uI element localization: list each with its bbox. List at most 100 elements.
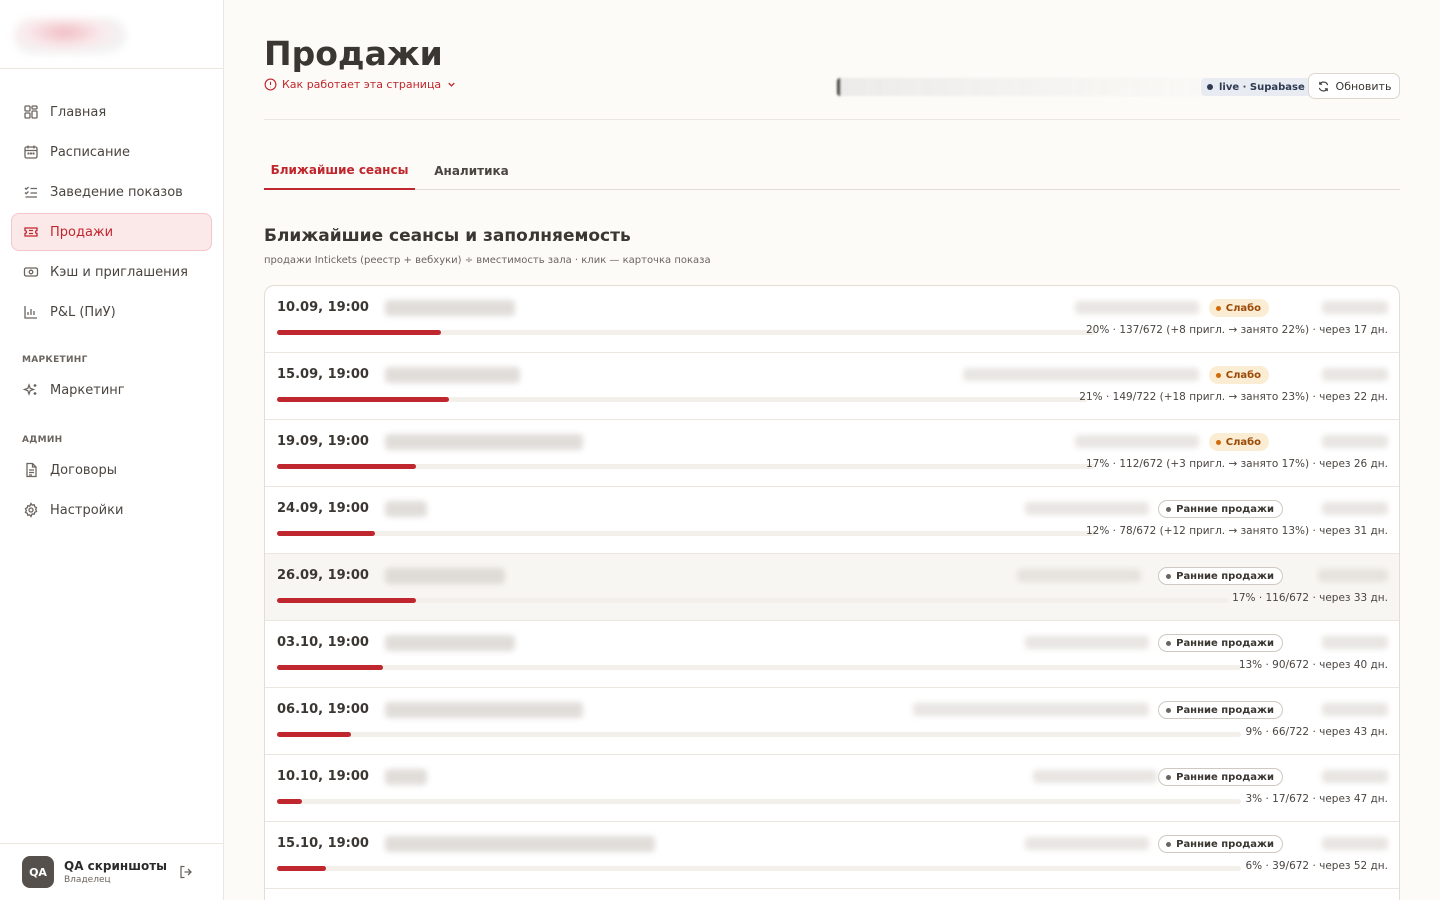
tab-upcoming-sessions[interactable]: Ближайшие сеансы xyxy=(264,152,415,190)
sidebar-section-marketing: МАРКЕТИНГ xyxy=(22,355,88,365)
sidebar-item-home[interactable]: Главная xyxy=(11,93,212,131)
user-role: Владелец xyxy=(64,875,111,885)
session-row[interactable]: 26.09, 19:00 Ранние продажи 17% · 116/672 … xyxy=(265,554,1399,621)
session-stats: 9% · 66/722 · через 43 дн. xyxy=(1245,726,1389,738)
sessions-list: 10.09, 19:00 Слабо 20% · 137/672 (+8 пригл… xyxy=(264,285,1400,900)
status-badge-label: Слабо xyxy=(1225,436,1261,448)
session-title-redacted xyxy=(385,702,583,718)
sidebar-section-admin: АДМИН xyxy=(22,435,63,445)
session-date: 10.10, 19:00 xyxy=(277,769,369,784)
session-meta-redacted xyxy=(1322,636,1388,649)
session-title-redacted xyxy=(385,434,583,450)
user-panel: QA QA скриншоты Владелец xyxy=(0,843,224,900)
status-badge-label: Ранние продажи xyxy=(1176,704,1274,716)
sidebar-item-label: Настройки xyxy=(50,502,124,518)
connection-status: live · Supabase xyxy=(837,78,1312,96)
session-stats: 6% · 39/672 · через 52 дн. xyxy=(1245,860,1389,872)
sidebar-item-schedule[interactable]: Расписание xyxy=(11,133,212,171)
status-badge-label: Ранние продажи xyxy=(1176,503,1274,515)
session-stats: 12% · 78/672 (+12 пригл. → занято 13%) ·… xyxy=(1085,525,1388,537)
sidebar-item-pnl[interactable]: P&L (ПиУ) xyxy=(11,293,212,331)
status-dot-icon xyxy=(1215,305,1221,311)
session-row[interactable]: 19.09, 19:00 Слабо 17% · 112/672 (+3 пригл… xyxy=(265,420,1399,487)
live-badge: live · Supabase xyxy=(1201,78,1312,96)
session-row[interactable]: 15.10, 19:00 Ранние продажи 6% · 39/672 · … xyxy=(265,822,1399,889)
session-meta-redacted xyxy=(1322,770,1388,783)
status-dot-icon xyxy=(1166,707,1172,713)
session-row[interactable]: 06.10, 19:00 Ранние продажи 9% · 66/722 · … xyxy=(265,688,1399,755)
occupancy-bar xyxy=(277,531,1095,536)
sparkles-icon xyxy=(23,382,39,398)
session-date: 24.09, 19:00 xyxy=(277,501,369,516)
occupancy-bar-fill xyxy=(277,732,351,737)
occupancy-bar-fill xyxy=(277,665,384,670)
session-venue-redacted xyxy=(1017,569,1141,582)
occupancy-bar-fill xyxy=(277,799,302,804)
status-badge: Слабо xyxy=(1208,433,1269,451)
occupancy-bar-fill xyxy=(277,531,376,536)
status-badge: Ранние продажи xyxy=(1158,567,1283,585)
status-badge: Ранние продажи xyxy=(1158,500,1283,518)
refresh-button[interactable]: Обновить xyxy=(1308,73,1400,99)
logo[interactable] xyxy=(14,18,126,54)
page-title: Продажи xyxy=(264,34,443,73)
session-row[interactable]: 24.09, 19:00 Ранние продажи 12% · 78/672 (… xyxy=(265,487,1399,554)
chevron-down-icon xyxy=(446,79,457,90)
session-stats: 17% · 112/672 (+3 пригл. → занято 17%) ·… xyxy=(1085,458,1388,470)
sidebar: Главная Расписание Заведение показов Про… xyxy=(0,0,224,900)
status-badge: Ранние продажи xyxy=(1158,701,1283,719)
sidebar-item-marketing[interactable]: Маркетинг xyxy=(11,371,212,409)
how-it-works-label: Как работает эта страница xyxy=(282,78,442,91)
section-subtitle: продажи Intickets (реестр + вебхуки) ÷ в… xyxy=(264,255,711,266)
sidebar-item-cash[interactable]: Кэш и приглашения xyxy=(11,253,212,291)
occupancy-bar-fill xyxy=(277,598,417,603)
session-date: 15.10, 19:00 xyxy=(277,836,369,851)
dashboard-icon xyxy=(23,104,39,120)
logout-icon[interactable] xyxy=(178,864,194,880)
sidebar-item-label: Договоры xyxy=(50,462,118,478)
sidebar-item-label: Расписание xyxy=(50,144,130,160)
session-row[interactable]: 10.09, 19:00 Слабо 20% · 137/672 (+8 пригл… xyxy=(265,286,1399,353)
how-it-works-toggle[interactable]: Как работает эта страница xyxy=(264,78,457,91)
info-icon xyxy=(264,78,277,91)
sidebar-item-label: P&L (ПиУ) xyxy=(50,304,116,320)
session-venue-redacted xyxy=(1075,435,1199,448)
tab-analytics[interactable]: Аналитика xyxy=(424,152,519,190)
session-stats: 13% · 90/672 · через 40 дн. xyxy=(1238,659,1388,671)
chart-bar-icon xyxy=(23,304,39,320)
session-title-redacted xyxy=(385,300,515,316)
refresh-icon xyxy=(1317,80,1330,93)
status-badge-label: Ранние продажи xyxy=(1176,838,1274,850)
ticket-icon xyxy=(23,224,39,240)
status-text-redacted xyxy=(837,78,1201,96)
session-stats: 3% · 17/672 · через 47 дн. xyxy=(1245,793,1389,805)
header-divider xyxy=(264,119,1400,120)
occupancy-bar xyxy=(277,665,1241,670)
session-meta-redacted xyxy=(1322,368,1388,381)
session-meta-redacted xyxy=(1322,502,1388,515)
status-dot-icon xyxy=(1215,372,1221,378)
status-badge: Слабо xyxy=(1208,366,1269,384)
occupancy-bar xyxy=(277,397,1087,402)
session-title-redacted xyxy=(385,501,427,517)
session-date: 06.10, 19:00 xyxy=(277,702,369,717)
list-check-icon xyxy=(23,184,39,200)
session-row[interactable]: 10.10, 19:00 Ранние продажи 3% · 17/672 · … xyxy=(265,755,1399,822)
tabs: Ближайшие сеансы Аналитика xyxy=(264,152,1400,190)
sidebar-item-contracts[interactable]: Договоры xyxy=(11,451,212,489)
occupancy-bar-fill xyxy=(277,464,417,469)
sidebar-item-shows-setup[interactable]: Заведение показов xyxy=(11,173,212,211)
gear-icon xyxy=(23,502,39,518)
avatar[interactable]: QA xyxy=(22,856,54,888)
session-row[interactable]: 03.10, 19:00 Ранние продажи 13% · 90/672 ·… xyxy=(265,621,1399,688)
status-badge-label: Ранние продажи xyxy=(1176,570,1274,582)
sidebar-item-label: Главная xyxy=(50,104,107,120)
session-row[interactable]: 15.09, 19:00 Слабо 21% · 149/722 (+18 приг… xyxy=(265,353,1399,420)
session-meta-redacted xyxy=(1322,301,1388,314)
sidebar-item-settings[interactable]: Настройки xyxy=(11,491,212,529)
occupancy-bar-fill xyxy=(277,330,441,335)
status-badge-label: Ранние продажи xyxy=(1176,771,1274,783)
occupancy-bar xyxy=(277,732,1241,737)
sidebar-item-sales[interactable]: Продажи xyxy=(11,213,212,251)
occupancy-bar-fill xyxy=(277,397,449,402)
